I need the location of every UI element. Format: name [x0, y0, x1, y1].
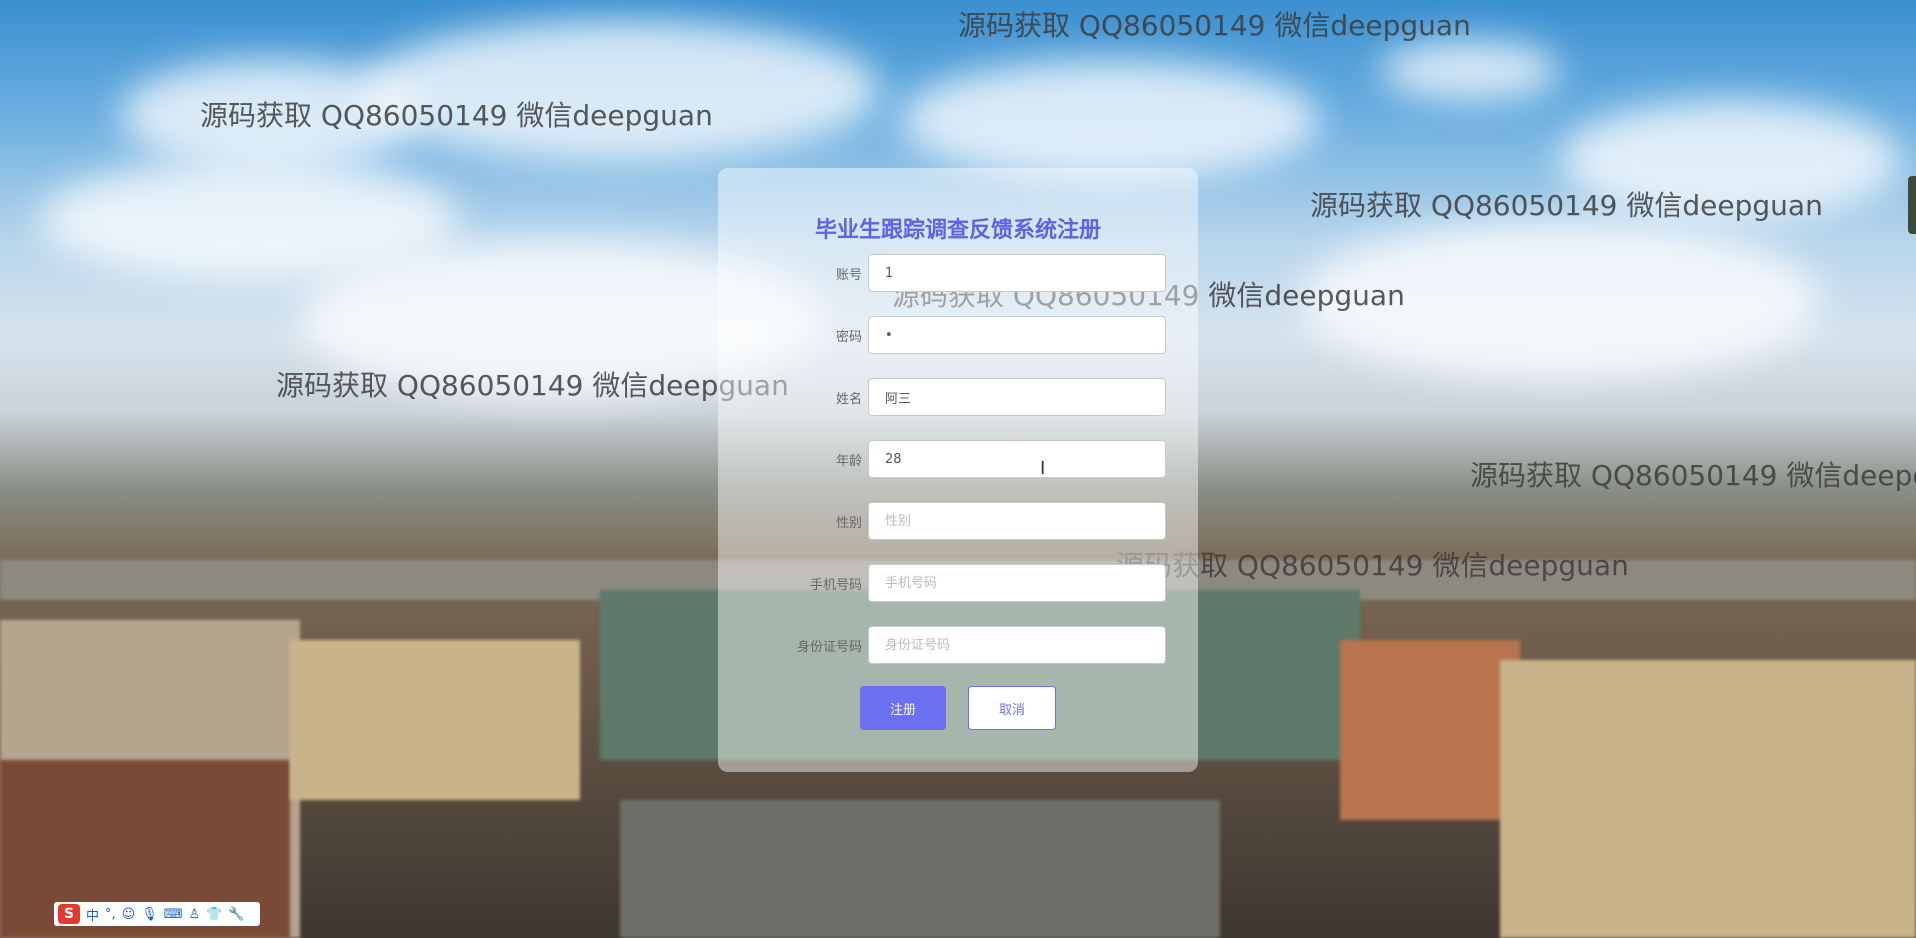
- punctuation-icon[interactable]: °,: [105, 907, 116, 922]
- form-row-age: 年龄: [718, 440, 1198, 480]
- password-input[interactable]: [868, 316, 1166, 354]
- gender-input[interactable]: [868, 502, 1166, 540]
- emoji-icon[interactable]: ☺: [122, 907, 136, 922]
- field-label: 性别: [835, 516, 862, 531]
- cancel-button[interactable]: 取消: [968, 686, 1056, 730]
- skin-icon[interactable]: 👕: [206, 907, 222, 922]
- user-icon[interactable]: ♙: [189, 907, 201, 922]
- form-row-phone: 手机号码: [718, 564, 1198, 604]
- watermark-text: 源码获取 QQ86050149 微信deepguan: [276, 369, 789, 402]
- form-row-gender: 性别: [718, 502, 1198, 542]
- form-row-id-number: 身份证号码: [718, 626, 1198, 666]
- register-panel: 毕业生跟踪调查反馈系统注册 账号 密码 姓名 年龄 性别 手机号码 身份证号码: [718, 168, 1198, 772]
- watermark-text: 源码获取 QQ86050149 微信deepguan: [958, 9, 1471, 42]
- watermark-text: 源码获取 QQ86050149 微信deepguan: [1310, 189, 1823, 222]
- register-button[interactable]: 注册: [860, 686, 946, 730]
- field-label: 账号: [835, 268, 862, 283]
- field-label: 身份证号码: [796, 640, 862, 655]
- phone-input[interactable]: [868, 564, 1166, 602]
- account-input[interactable]: [868, 254, 1166, 292]
- keyboard-icon[interactable]: ⌨: [164, 907, 183, 922]
- watermark-text: 源码获取 QQ86050149 微信deepguan: [1470, 459, 1916, 492]
- page-title: 毕业生跟踪调查反馈系统注册: [814, 218, 1101, 243]
- field-label: 密码: [835, 330, 862, 345]
- form-row-name: 姓名: [718, 378, 1198, 418]
- form-row-account: 账号: [718, 254, 1198, 294]
- name-input[interactable]: [868, 378, 1166, 416]
- id-number-input[interactable]: [868, 626, 1166, 664]
- microphone-icon[interactable]: 🎙: [141, 907, 158, 922]
- field-label: 姓名: [835, 392, 862, 407]
- side-tab[interactable]: [1908, 176, 1916, 234]
- watermark-text: 源码获取 QQ86050149 微信deepguan: [200, 99, 713, 132]
- text-cursor-icon: Ι: [1040, 458, 1046, 479]
- field-label: 手机号码: [809, 578, 862, 593]
- form-row-password: 密码: [718, 316, 1198, 356]
- ime-mode-toggle[interactable]: 中: [86, 905, 99, 924]
- age-input[interactable]: [868, 440, 1166, 478]
- ime-toolbar: S 中 °, ☺ 🎙 ⌨ ♙ 👕 🔧: [54, 902, 260, 926]
- field-label: 年龄: [835, 454, 862, 469]
- ime-logo-icon[interactable]: S: [58, 904, 80, 924]
- settings-icon[interactable]: 🔧: [228, 907, 244, 922]
